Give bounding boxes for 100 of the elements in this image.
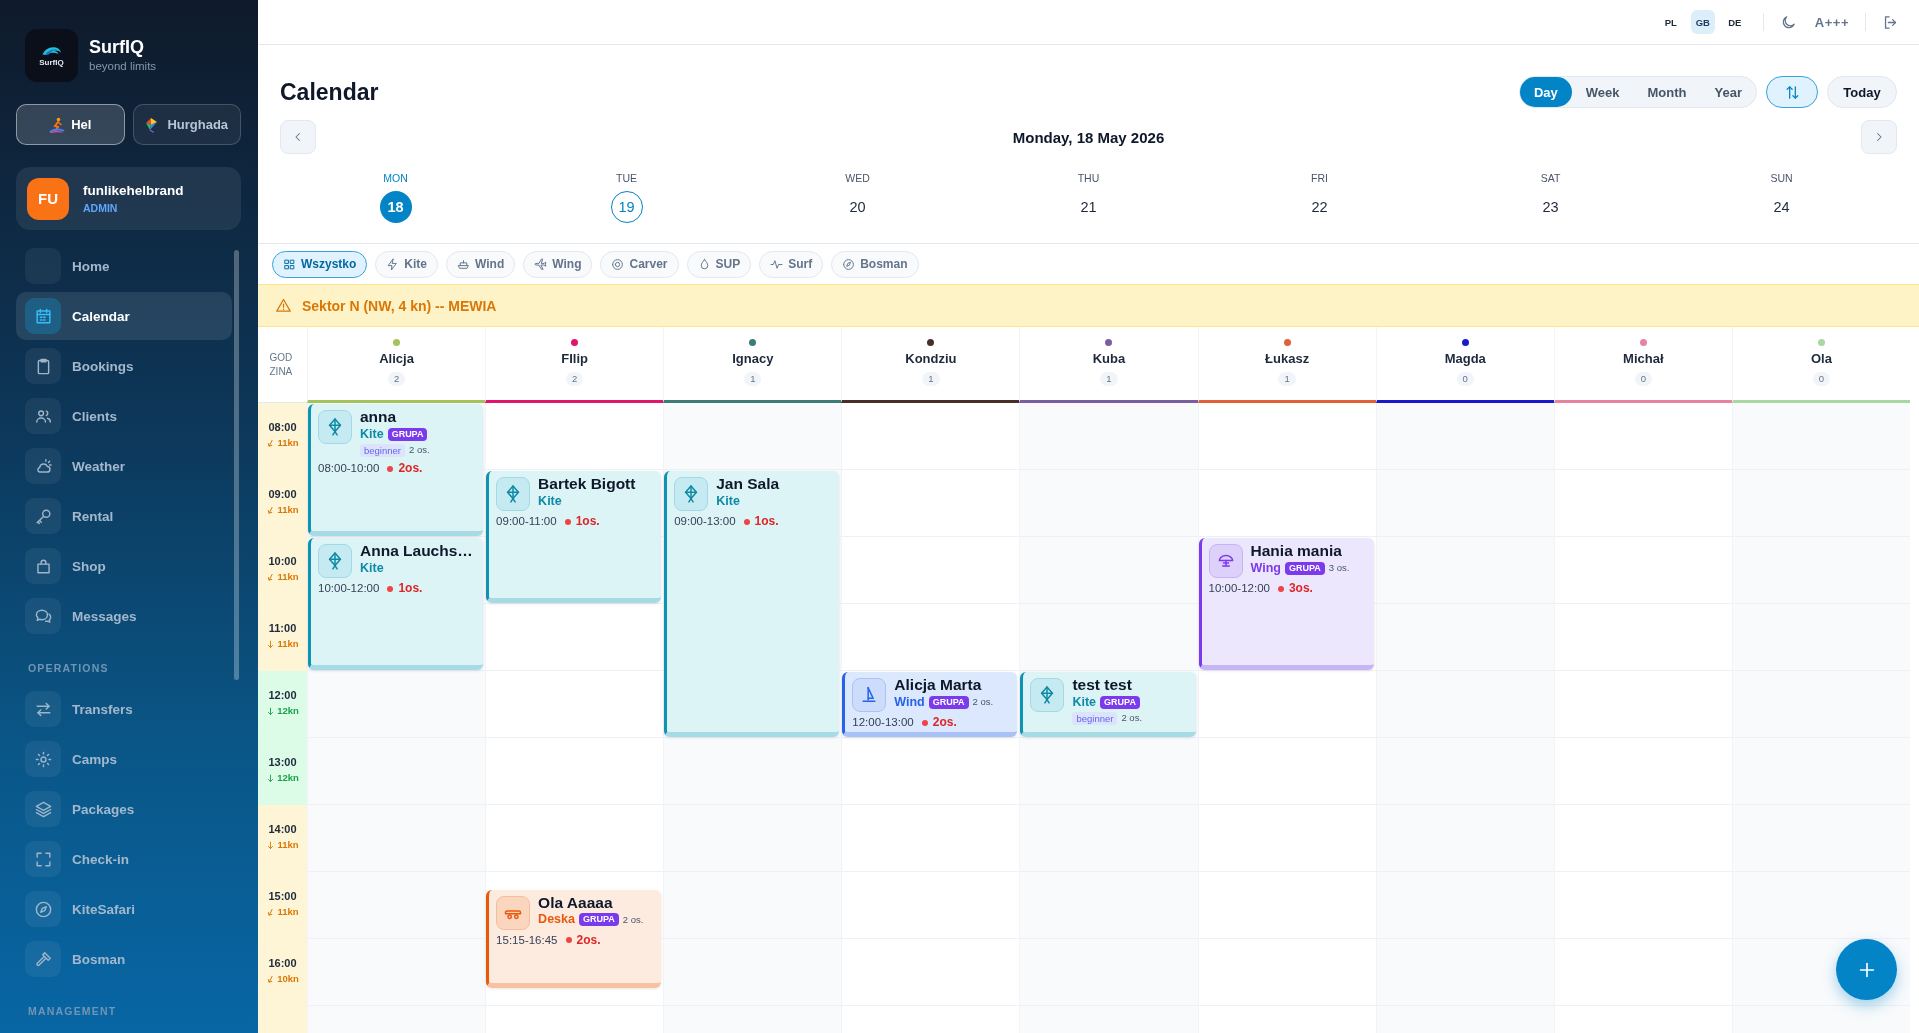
nav-item[interactable]: Home <box>16 242 232 290</box>
participant-count: 3os. <box>1288 581 1313 596</box>
nav-item[interactable]: Weather <box>16 442 232 490</box>
day-number[interactable]: 22 <box>1303 191 1336 223</box>
day-number[interactable]: 18 <box>379 191 412 223</box>
scrollbar[interactable] <box>234 250 239 680</box>
nav-item[interactable]: Messages <box>16 592 232 640</box>
sport-label: Wind <box>894 694 925 710</box>
chat-bubbles-icon <box>25 598 61 634</box>
instructor-name: FIlip <box>561 351 588 367</box>
hour-label: 12:00 <box>268 688 297 702</box>
lesson-card[interactable]: anna Kite GRUPA beginner 2 os. 08:00-10:00 2os. <box>308 404 484 536</box>
filter-chip[interactable]: Carver <box>600 250 679 278</box>
view-tab[interactable]: Month <box>1633 77 1701 107</box>
grid-icon <box>283 257 296 271</box>
language-button[interactable]: GB <box>1690 10 1715 34</box>
client-name: Ola Aaaaa <box>538 893 614 912</box>
pulse-icon <box>770 257 784 271</box>
nav-item[interactable]: Check-in <box>16 835 232 883</box>
instructor-name: Magda <box>1444 351 1486 367</box>
nav-item[interactable]: Shop <box>16 542 232 590</box>
nav-item[interactable]: Calendar <box>16 292 232 340</box>
lesson-card[interactable]: Alicja Marta Wind GRUPA 2 os. 12:00-13:00 2os. <box>842 672 1018 737</box>
location-button[interactable]: Hurghada <box>132 104 241 145</box>
wind-speed: 11kn <box>277 571 299 583</box>
lesson-card[interactable]: Ola Aaaaa Deska GRUPA 2 os. 15:15-16:45 2os. <box>486 889 662 989</box>
day-number[interactable]: 21 <box>1072 191 1105 223</box>
alert-text: Sektor N (NW, 4 kn) -- MEWIA <box>302 297 497 314</box>
people-count: 2 os. <box>409 444 430 456</box>
weekday-label: MON <box>383 171 408 185</box>
client-name: Jan Sala <box>716 475 780 493</box>
view-tab[interactable]: Day <box>1519 77 1572 107</box>
user-name: funlikehelbrand <box>83 182 184 199</box>
kite-icon <box>318 410 352 444</box>
level-label: beginner <box>360 443 405 457</box>
status-dot-icon <box>387 465 394 472</box>
weekday-label: THU <box>1077 171 1100 185</box>
view-tab[interactable]: Week <box>1571 77 1634 107</box>
lesson-time: 10:00-12:00 <box>318 581 380 596</box>
hour-label: 08:00 <box>268 420 297 434</box>
sort-button[interactable] <box>1766 76 1818 108</box>
user-card[interactable]: FU funlikehelbrand ADMIN <box>16 167 241 230</box>
nav-item[interactable]: Camps <box>16 735 232 783</box>
swap-arrows-icon <box>25 691 61 727</box>
logout-button[interactable] <box>1882 13 1899 31</box>
language-button[interactable]: DE <box>1722 10 1747 34</box>
day-number[interactable]: 23 <box>1534 191 1567 223</box>
client-name: Anna Lauchs… <box>360 542 473 560</box>
nav-item[interactable]: Packages <box>16 785 232 833</box>
lesson-card[interactable]: test test Kite GRUPA beginner 2 os. <box>1020 672 1196 737</box>
filter-chip[interactable]: Wszystko <box>272 250 368 278</box>
target-icon <box>611 257 625 271</box>
hour-label: 10:00 <box>268 554 297 568</box>
layers-icon <box>25 791 61 827</box>
participant-count: 2os. <box>576 932 601 948</box>
people-count: 2 os. <box>1121 712 1143 724</box>
day-number[interactable]: 20 <box>841 191 874 223</box>
section-heading: OPERATIONS <box>27 661 110 676</box>
participant-count: 1os. <box>398 581 423 596</box>
filter-chip[interactable]: Wind <box>446 250 516 278</box>
instructor-name: Ola <box>1810 351 1832 367</box>
participant-count: 2os. <box>398 461 423 476</box>
day-number[interactable]: 24 <box>1765 191 1798 223</box>
lesson-card[interactable]: Hania mania Wing GRUPA 3 os. 10:00-12:00 3os. <box>1198 538 1374 670</box>
filter-chip[interactable]: Surf <box>759 250 824 278</box>
view-tab[interactable]: Year <box>1700 77 1756 107</box>
filter-chip[interactable]: Bosman <box>831 250 919 278</box>
filter-chip[interactable]: Kite <box>375 250 439 278</box>
status-dot-icon <box>565 937 572 944</box>
hour-label: 16:00 <box>268 956 297 970</box>
brand-name: SurfIQ <box>89 37 145 58</box>
ship-icon <box>457 257 471 271</box>
nav-item[interactable]: Clients <box>16 392 232 440</box>
font-size-button[interactable]: A+++ <box>1814 14 1849 30</box>
wind-speed: 12kn <box>277 705 299 717</box>
instructor-name: Kuba <box>1092 351 1126 367</box>
lesson-time: 15:15-16:45 <box>496 932 558 948</box>
nav-item[interactable]: Transfers <box>16 685 232 733</box>
language-button[interactable]: PL <box>1658 10 1683 34</box>
page-title: Calendar <box>280 78 379 106</box>
hour-label: 09:00 <box>268 487 297 501</box>
lesson-count: 1 <box>1278 372 1296 386</box>
weekday-label: SAT <box>1540 171 1561 185</box>
filter-chip[interactable]: SUP <box>686 250 752 278</box>
umbrella-icon <box>1208 544 1243 578</box>
compass-icon <box>25 891 61 927</box>
lesson-card[interactable]: Bartek Bigott Kite 09:00-11:00 1os. <box>486 471 662 603</box>
group-label: GRUPA <box>928 695 969 709</box>
client-name: Alicja Marta <box>894 676 983 694</box>
lesson-card[interactable]: Anna Lauchs… Kite 10:00-12:00 1os. <box>308 538 484 670</box>
today-button[interactable]: Today <box>1827 76 1897 108</box>
user-role: ADMIN <box>83 201 119 215</box>
logo-text: SurfIQ <box>39 58 64 67</box>
time-column-heading: GODZINA <box>269 350 294 379</box>
nav-item[interactable]: Bookings <box>16 342 232 390</box>
group-label: GRUPA <box>578 913 619 927</box>
nav-item[interactable]: Rental <box>16 492 232 540</box>
location-button[interactable]: Hel <box>16 104 125 145</box>
lesson-card[interactable]: Jan Sala Kite 09:00-13:00 1os. <box>664 471 840 737</box>
filter-chip[interactable]: Wing <box>523 250 593 278</box>
